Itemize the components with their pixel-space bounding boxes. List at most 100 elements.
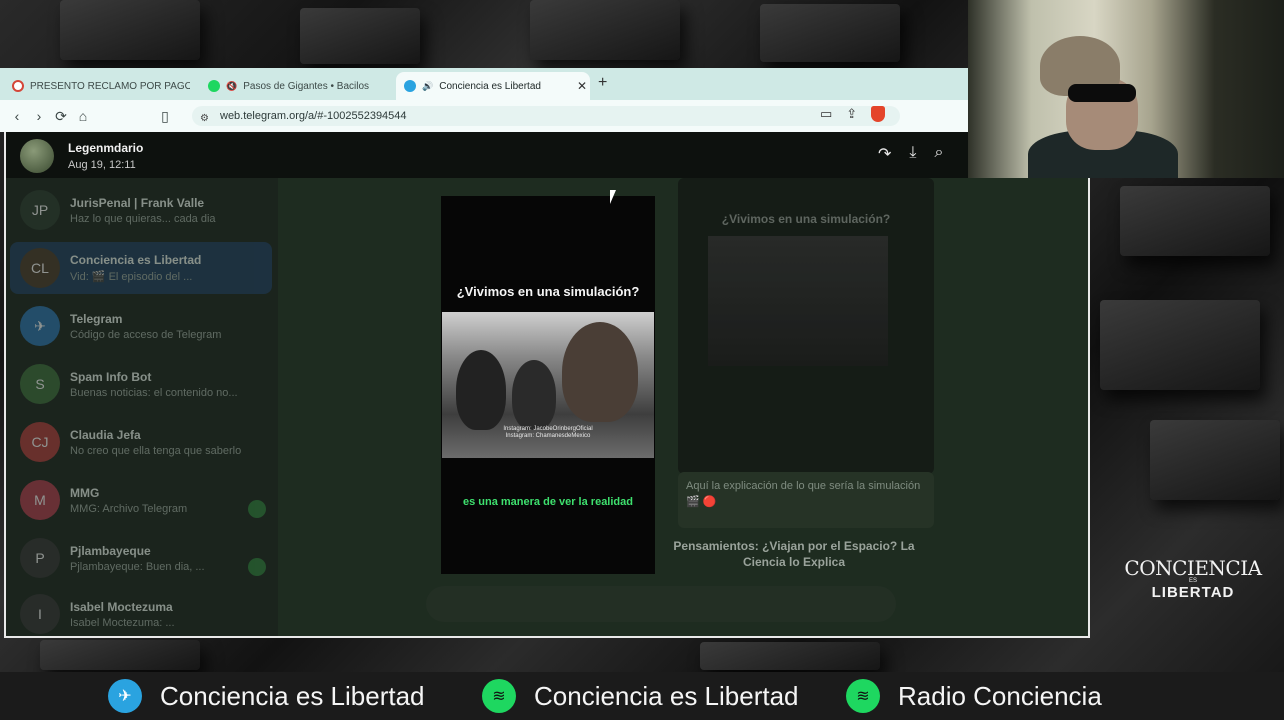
chat-item[interactable]: ✈ Telegram Código de acceso de Telegram <box>10 300 272 352</box>
post-title: Pensamientos: ¿Viajan por el Espacio? La… <box>673 539 915 569</box>
chat-list: JP JurisPenal | Frank Valle Haz lo que qu… <box>6 178 278 636</box>
figure-shape <box>562 322 638 422</box>
chat-name: MMG <box>70 485 100 500</box>
chat-preview: Buenas noticias: el contenido no... <box>70 386 238 399</box>
speaker-icon[interactable]: 🔊 <box>422 81 433 92</box>
background-tile <box>530 0 680 60</box>
chat-area: ¿Vivimos en una simulación? Aquí la expl… <box>278 178 1088 636</box>
video-player[interactable]: ¿Vivimos en una simulación? Instagram: J… <box>441 196 655 574</box>
url-text: web.telegram.org/a/#-1002552394544 <box>220 110 407 122</box>
video-subtitle: es una manera de ver la realidad <box>463 496 633 508</box>
chat-name: JurisPenal | Frank Valle <box>70 195 205 210</box>
chat-preview: Vid: 🎬 El episodio del ... <box>70 271 193 283</box>
credit-line: Instagram: ChamanesdeMexico <box>505 433 591 439</box>
forward-icon[interactable]: ↷ <box>878 144 891 164</box>
background-tile <box>300 8 420 64</box>
chat-preview: Isabel Moctezuma: ... <box>70 616 175 629</box>
tab-label: Conciencia es Libertad <box>439 80 541 92</box>
video-thumbnail <box>708 236 888 366</box>
spotify-icon <box>208 80 220 92</box>
avatar: CL <box>20 248 60 288</box>
avatar: S <box>20 364 60 404</box>
chat-name: Spam Info Bot <box>70 369 152 384</box>
chat-name: Conciencia es Libertad <box>70 253 202 267</box>
chat-item[interactable]: I Isabel Moctezuma Isabel Moctezuma: ... <box>10 588 272 636</box>
chat-preview: Haz lo que quieras... cada dia <box>70 212 216 225</box>
brave-shield-icon[interactable] <box>871 106 886 122</box>
forward-icon[interactable]: › <box>28 108 50 124</box>
telegram-icon: ✈ <box>108 679 142 713</box>
chat-item-selected[interactable]: CL Conciencia es Libertad Vid: 🎬 El episo… <box>10 242 272 294</box>
background-tile <box>60 0 200 60</box>
chat-preview: Código de acceso de Telegram <box>70 328 222 341</box>
cast-icon[interactable]: ▭ <box>820 106 832 122</box>
mute-icon[interactable]: 🔇 <box>226 81 237 92</box>
media-viewer-header: Legenmdario Aug 19, 12:11 ↷ ⤓ ⌕ <box>6 132 970 178</box>
reload-icon[interactable]: ⟳ <box>50 108 72 125</box>
background-tile <box>1150 420 1280 500</box>
chat-item[interactable]: CJ Claudia Jefa No creo que ella tenga qu… <box>10 416 272 468</box>
social-banner: ✈ Conciencia es Libertad ≋ Conciencia es… <box>0 672 1284 720</box>
figure-shape <box>512 360 556 430</box>
chat-item[interactable]: P Pjlambayeque Pjlambayeque: Buen dia, ..… <box>10 532 272 584</box>
banner-spotify: ≋ Conciencia es Libertad <box>482 672 799 720</box>
new-tab-button[interactable]: + <box>598 74 607 92</box>
chat-item[interactable]: S Spam Info Bot Buenas noticias: el conte… <box>10 358 272 410</box>
sender-avatar[interactable] <box>20 139 54 173</box>
logo-line: CONCIENCIA <box>1124 556 1262 580</box>
unread-badge <box>248 558 266 576</box>
background-tile <box>1120 186 1270 256</box>
close-tab-icon[interactable]: ✕ <box>577 79 587 93</box>
background-tile <box>1100 300 1260 390</box>
tab-gmail[interactable]: PRESENTO RECLAMO POR PAGO IN... <box>4 72 190 100</box>
spotify-icon: ≋ <box>482 679 516 713</box>
banner-label: Radio Conciencia <box>898 680 1102 711</box>
home-icon[interactable]: ⌂ <box>72 108 94 124</box>
download-icon[interactable]: ⤓ <box>909 144 916 164</box>
video-frame: Instagram: JacobeOrinbergOficial Instagr… <box>442 312 654 458</box>
sunglasses <box>1068 84 1136 102</box>
video-overlay-title: ¿Vivimos en una simulación? <box>456 284 640 299</box>
avatar: P <box>20 538 60 578</box>
video-message[interactable]: ¿Vivimos en una simulación? <box>678 178 934 474</box>
gmail-icon <box>12 80 24 92</box>
banner-telegram: ✈ Conciencia es Libertad <box>108 672 425 720</box>
telegram-icon: ✈ <box>20 306 60 346</box>
chat-name: Isabel Moctezuma <box>70 599 173 614</box>
chat-item[interactable]: JP JurisPenal | Frank Valle Haz lo que qu… <box>10 184 272 236</box>
sender-name[interactable]: Legenmdario <box>68 141 143 155</box>
tab-bar: PRESENTO RECLAMO POR PAGO IN... 🔇 Pasos … <box>0 68 968 100</box>
zoom-icon[interactable]: ⌕ <box>934 144 943 164</box>
banner-label: Conciencia es Libertad <box>534 680 799 711</box>
bookmark-icon[interactable]: ▯ <box>154 108 176 125</box>
tab-label: PRESENTO RECLAMO POR PAGO IN... <box>30 80 190 92</box>
channel-logo: CONCIENCIA ES LIBERTAD <box>1118 556 1268 601</box>
webcam-feed <box>968 0 1284 178</box>
message-date: Aug 19, 12:11 <box>68 159 136 171</box>
url-field[interactable]: ⚙ web.telegram.org/a/#-1002552394544 <box>192 106 900 126</box>
tab-telegram[interactable]: 🔊 Conciencia es Libertad ✕ <box>396 72 590 100</box>
background-tile <box>40 640 200 670</box>
share-icon[interactable]: ⇪ <box>846 106 857 122</box>
avatar: I <box>20 594 60 634</box>
message-input[interactable] <box>426 586 896 622</box>
telegram-app: JP JurisPenal | Frank Valle Haz lo que qu… <box>4 132 1090 638</box>
chat-preview: No creo que ella tenga que saberlo <box>70 444 242 457</box>
chat-name: Claudia Jefa <box>70 427 141 442</box>
video-title: ¿Vivimos en una simulación? <box>721 212 891 226</box>
back-icon[interactable]: ‹ <box>6 108 28 124</box>
chat-item[interactable]: M MMG MMG: Archivo Telegram <box>10 474 272 526</box>
credit-line: Instagram: JacobeOrinbergOficial <box>503 426 593 432</box>
site-info-icon[interactable]: ⚙ <box>200 109 209 129</box>
unread-badge <box>248 500 266 518</box>
toolbar-icons: ▭ ⇪ <box>820 106 886 122</box>
message-caption: Aquí la explicación de lo que sería la s… <box>678 472 934 528</box>
stream-scene: PRESENTO RECLAMO POR PAGO IN... 🔇 Pasos … <box>0 0 1284 720</box>
browser-window: PRESENTO RECLAMO POR PAGO IN... 🔇 Pasos … <box>0 68 968 132</box>
chat-name: Telegram <box>70 311 123 326</box>
address-bar-row: ‹ › ⟳ ⌂ ▯ ⚙ web.telegram.org/a/#-1002552… <box>0 100 968 132</box>
tab-spotify[interactable]: 🔇 Pasos de Gigantes • Bacilos <box>200 72 390 100</box>
tab-label: Pasos de Gigantes • Bacilos <box>243 80 370 92</box>
avatar: M <box>20 480 60 520</box>
logo-line: LIBERTAD <box>1151 584 1235 601</box>
